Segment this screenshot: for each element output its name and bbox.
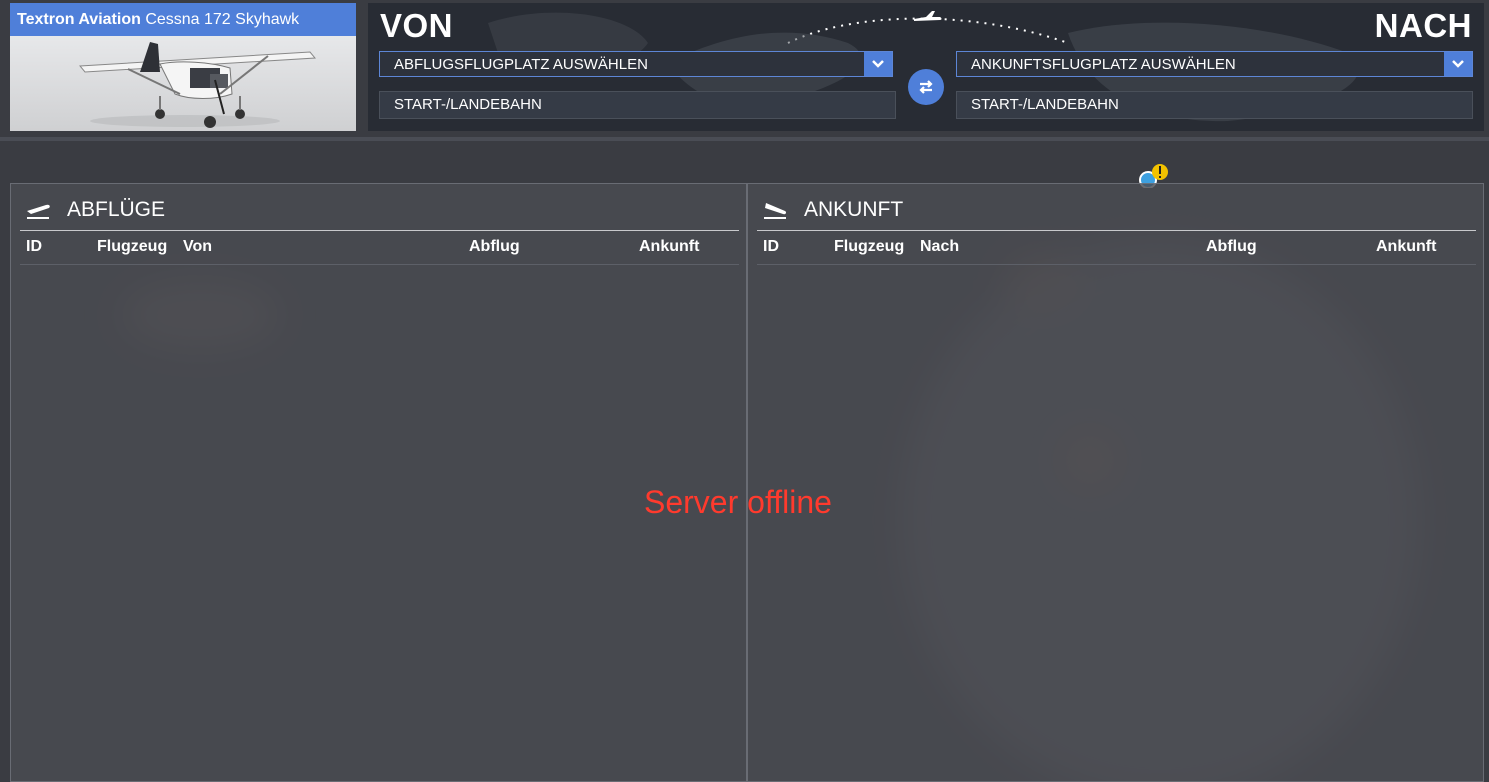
- departures-title: ABFLÜGE: [67, 198, 166, 221]
- aircraft-model: Cessna 172 Skyhawk: [145, 11, 300, 28]
- swap-arrows-icon: [919, 80, 933, 94]
- arrivals-header: ANKUNFT: [757, 196, 1476, 231]
- col-header-arrival-time[interactable]: Ankunft: [639, 238, 699, 256]
- aircraft-maker: Textron Aviation: [17, 11, 141, 28]
- to-label: NACH: [1374, 7, 1472, 44]
- departure-runway-label: START-/LANDEBAHN: [394, 96, 542, 113]
- col-header-aircraft[interactable]: Flugzeug: [97, 238, 167, 256]
- arrivals-board: ANKUNFT ID Flugzeug Nach Abflug Ankunft: [747, 183, 1484, 782]
- arrival-runway-field[interactable]: START-/LANDEBAHN: [956, 91, 1473, 119]
- col-header-departure-time[interactable]: Abflug: [1206, 238, 1257, 256]
- swap-airports-button[interactable]: [908, 69, 944, 105]
- arrival-airport-select[interactable]: ANKUNFTSFLUGPLATZ AUSWÄHLEN: [956, 51, 1473, 77]
- col-header-id[interactable]: ID: [26, 238, 42, 256]
- col-header-from[interactable]: Von: [183, 238, 212, 256]
- col-header-to[interactable]: Nach: [920, 238, 959, 256]
- chevron-down-icon[interactable]: [1444, 52, 1472, 76]
- server-status-message: Server offline: [644, 484, 832, 520]
- landing-icon: [764, 203, 787, 219]
- aircraft-title: Textron Aviation Cessna 172 Skyhawk: [10, 3, 356, 36]
- col-header-id[interactable]: ID: [763, 238, 779, 256]
- aircraft-card[interactable]: Textron Aviation Cessna 172 Skyhawk: [10, 3, 356, 131]
- header-rule: [757, 264, 1476, 265]
- departures-header: ABFLÜGE: [20, 196, 739, 231]
- aircraft-image: [10, 36, 356, 131]
- airplane-icon: [914, 11, 942, 21]
- arrivals-title: ANKUNFT: [804, 198, 904, 221]
- departure-runway-field[interactable]: START-/LANDEBAHN: [379, 91, 896, 119]
- from-label: VON: [380, 7, 454, 44]
- arrival-airport-select-label: ANKUNFTSFLUGPLATZ AUSWÄHLEN: [971, 56, 1236, 73]
- takeoff-icon: [27, 204, 50, 219]
- departure-airport-select[interactable]: ABFLUGSFLUGPLATZ AUSWÄHLEN: [379, 51, 893, 77]
- header-rule: [20, 264, 739, 265]
- departures-board: ABFLÜGE ID Flugzeug Von Abflug Ankunft: [10, 183, 747, 782]
- cessna-plane-icon: [78, 42, 317, 128]
- col-header-departure-time[interactable]: Abflug: [469, 238, 520, 256]
- col-header-aircraft[interactable]: Flugzeug: [834, 238, 904, 256]
- header-divider: [0, 137, 1489, 141]
- arrival-runway-label: START-/LANDEBAHN: [971, 96, 1119, 113]
- departure-airport-select-label: ABFLUGSFLUGPLATZ AUSWÄHLEN: [394, 56, 648, 73]
- route-selection-panel: VON NACH ABFLUGSFLUGPLATZ AUSWÄHLEN STAR…: [368, 3, 1484, 131]
- chevron-down-icon[interactable]: [864, 52, 892, 76]
- col-header-arrival-time[interactable]: Ankunft: [1376, 238, 1436, 256]
